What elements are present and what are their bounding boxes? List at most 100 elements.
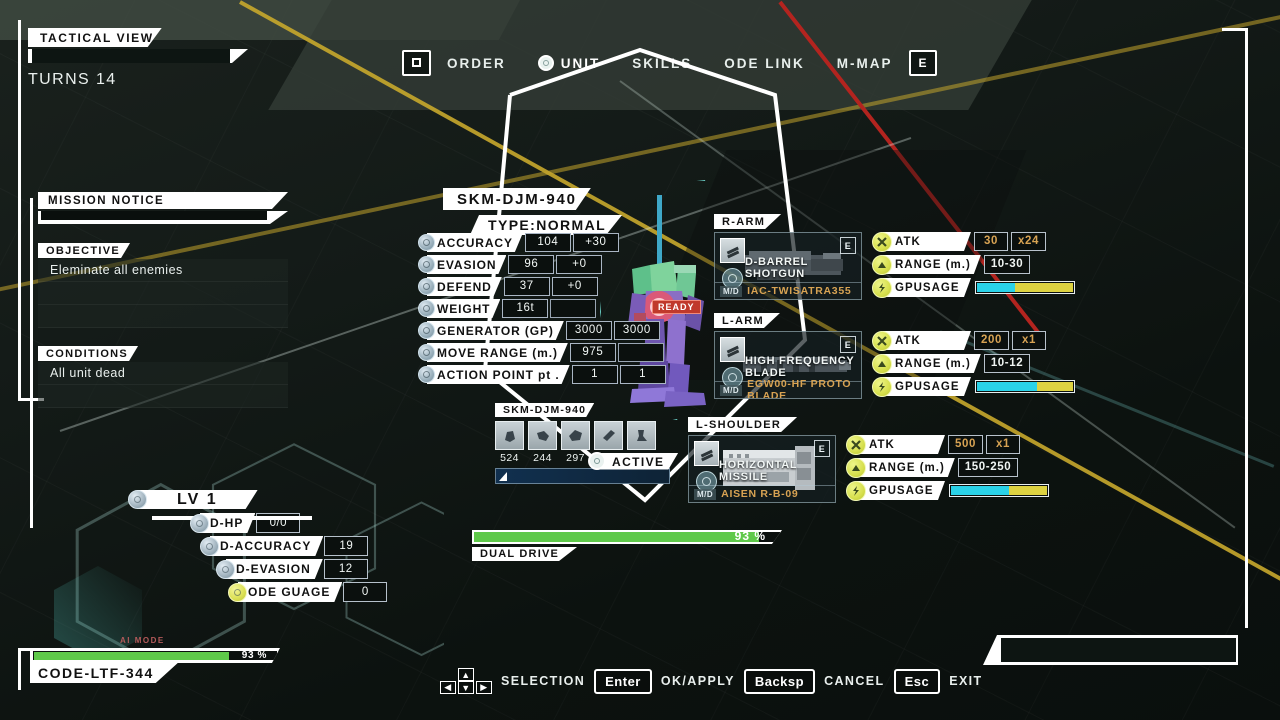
pilot-row-d-accuracy: D-ACCURACY 19: [200, 536, 387, 556]
unit-name: SKM-DJM-940: [443, 188, 591, 210]
weapon-model-l-shoulder: AISEN R-B-09: [721, 488, 799, 500]
gp-cyan-fill-l-arm: [977, 382, 1037, 391]
gpusage-icon: [872, 376, 892, 397]
weapon-range-row-l-shoulder: RANGE (m.) 150-250: [846, 457, 1049, 478]
weapon-atk-label-l-shoulder: ATK: [857, 435, 945, 454]
weapon-gp-bar-r-arm: [975, 281, 1075, 294]
weapon-atk-row-r-arm: ATK 30 x24: [872, 231, 1075, 252]
weapon-card-l-arm[interactable]: E HIGH FREQUENCY BLADE M/D EGW00-HF PROT…: [714, 331, 862, 399]
weapon-gp-label-l-arm: GPUSAGE: [883, 377, 971, 396]
pilot-panel: LV 1 D-HP 0/0 D-ACCURACY 19 D-EVASION 12…: [128, 490, 388, 605]
stat-row-evasion: EVASION 96 +0: [418, 255, 666, 274]
weapon-model-tag-l-shoulder: M/D: [694, 488, 717, 500]
stat-max-action-point: 1: [619, 365, 666, 384]
mission-notice-panel: MISSION NOTICE OBJECTIVE Eleminate all e…: [30, 192, 288, 528]
objective-row-empty-2: [38, 305, 288, 328]
gpusage-icon: [872, 277, 892, 298]
active-label: ACTIVE: [600, 453, 678, 470]
weapon-range-value-l-shoulder: 150-250: [957, 458, 1019, 477]
stat-row-move-range: MOVE RANGE (m.) 975: [418, 343, 666, 362]
evasion-icon: [418, 256, 435, 273]
parts-status-bar: [495, 468, 670, 484]
weapon-atk-value-l-shoulder: 500: [948, 435, 983, 454]
mission-title-underbar: [38, 211, 288, 224]
pilot-level-label: LV 1: [137, 490, 258, 509]
active-status: ACTIVE: [588, 452, 678, 470]
weapon-equip-key-l-shoulder[interactable]: E: [814, 440, 830, 457]
stat-value-defend: 37: [503, 277, 550, 296]
weapon-range-label-l-shoulder: RANGE (m.): [857, 458, 955, 477]
defend-icon: [418, 278, 435, 295]
stat-label-evasion: EVASION: [427, 255, 506, 274]
weapon-atk-row-l-arm: ATK 200 x1: [872, 330, 1075, 351]
weapon-panel-r-arm[interactable]: R-ARM E D-BARREL SHOTGUN M/D IAC-TWISATR: [714, 212, 1075, 301]
weapon-atk-row-l-shoulder: ATK 500 x1: [846, 434, 1049, 455]
gp-cyan-fill-r-arm: [977, 283, 1016, 292]
stat-value-evasion: 96: [508, 255, 555, 274]
body-part-icon: [561, 421, 590, 450]
move-icon: [418, 344, 435, 361]
weapon-slot-label-r-arm: R-ARM: [714, 214, 781, 229]
weapon-equip-key-r-arm[interactable]: E: [840, 237, 856, 254]
pilot-icon: [128, 490, 147, 509]
enter-key[interactable]: Enter: [594, 668, 652, 694]
part-hp-r-arm: 244: [533, 452, 552, 464]
weapon-gp-row-l-shoulder: GPUSAGE: [846, 480, 1049, 501]
weapon-panel-l-shoulder[interactable]: L-SHOULDER E HORIZONTAL MISSILE M/D AISE…: [688, 415, 1049, 504]
esc-key[interactable]: Esc: [893, 668, 941, 694]
weapon-name-l-shoulder: HORIZONTAL MISSILE: [719, 459, 798, 483]
weight-icon: [418, 300, 435, 317]
hint-ok-apply: OK/APPLY: [660, 674, 735, 688]
weapon-model-l-arm: EGW00-HF PROTO BLADE: [747, 378, 852, 399]
weapon-atk-label-r-arm: ATK: [883, 232, 971, 251]
weapon-model-tag-l-arm: M/D: [720, 384, 743, 396]
atk-icon: [846, 434, 866, 455]
stat-label-action-point: ACTION POINT pt .: [427, 365, 570, 384]
gp-yellow-fill-l-shoulder: [1008, 486, 1047, 495]
dpad-left-key: ◀: [440, 681, 456, 694]
part-slot-body[interactable]: 297: [561, 421, 590, 464]
tactical-view-title: TACTICAL VIEW: [28, 28, 162, 47]
weapon-model-r-arm: IAC-TWISATRA355: [747, 285, 852, 297]
control-hints-bar: ▲ ◀ ▼ ▶ SELECTION Enter OK/APPLY Backsp …: [440, 668, 983, 694]
weapon-name-l-arm: HIGH FREQUENCY BLADE: [745, 355, 855, 379]
weapon-stats-l-shoulder: ATK 500 x1 RANGE (m.) 150-250 GPUSAGE: [846, 434, 1049, 504]
unit-hp-percent: 93 %: [241, 650, 267, 661]
weapon-card-l-shoulder[interactable]: E HORIZONTAL MISSILE M/D AISEN R-B-09: [688, 435, 836, 503]
d-evasion-icon: [216, 559, 235, 579]
dual-drive-label: DUAL DRIVE: [472, 547, 577, 561]
weapon-stats-r-arm: ATK 30 x24 RANGE (m.) 10-30 GPUSAGE: [872, 231, 1075, 301]
gp-cyan-fill-l-shoulder: [951, 486, 1009, 495]
backspace-key[interactable]: Backsp: [743, 668, 816, 694]
codebar-left-edge: [18, 648, 21, 690]
bottom-right-decoration: [983, 635, 1238, 665]
part-slot-head[interactable]: 524: [495, 421, 524, 464]
pilot-label-d-accuracy: D-ACCURACY: [210, 536, 323, 556]
active-icon: [588, 452, 606, 470]
unit-code-label: CODE-LTF-344: [30, 663, 178, 683]
action-icon: [418, 366, 435, 383]
range-icon: [846, 457, 866, 478]
dpad-right-key: ▶: [476, 681, 492, 694]
weapon-card-r-arm[interactable]: E D-BARREL SHOTGUN M/D IAC-TWISATRA355: [714, 232, 862, 300]
part-slot-r-arm[interactable]: 244: [528, 421, 557, 464]
pilot-level-row: LV 1: [128, 490, 387, 520]
weapon-type-icon-l-arm: [720, 337, 745, 362]
pilot-label-ode-gauge: ODE GUAGE: [238, 582, 342, 602]
weapon-gp-row-l-arm: GPUSAGE: [872, 376, 1075, 397]
stat-value-generator: 3000: [565, 321, 612, 340]
range-icon: [872, 254, 892, 275]
weapon-name-r-arm: D-BARREL SHOTGUN: [745, 256, 808, 280]
stat-row-defend: DEFEND 37 +0: [418, 277, 666, 296]
weapon-equip-key-l-arm[interactable]: E: [840, 336, 856, 353]
weapon-panel-l-arm[interactable]: L-ARM E HIGH FREQUENCY BLADE M/D EGW00-H…: [714, 311, 1075, 400]
weapon-slot-label-l-arm: L-ARM: [714, 313, 780, 328]
stat-value-move-range: 975: [569, 343, 616, 362]
dual-drive-percent: 93 %: [734, 529, 766, 543]
dual-drive-panel: 93 % DUAL DRIVE: [472, 529, 782, 562]
weapon-range-label-l-arm: RANGE (m.): [883, 354, 981, 373]
pilot-row-ode-gauge: ODE GUAGE 0: [228, 582, 388, 602]
unit-hp-bar: 93 %: [30, 648, 280, 663]
weapon-atk-mult-l-shoulder: x1: [986, 435, 1020, 454]
hint-cancel: CANCEL: [824, 674, 885, 688]
